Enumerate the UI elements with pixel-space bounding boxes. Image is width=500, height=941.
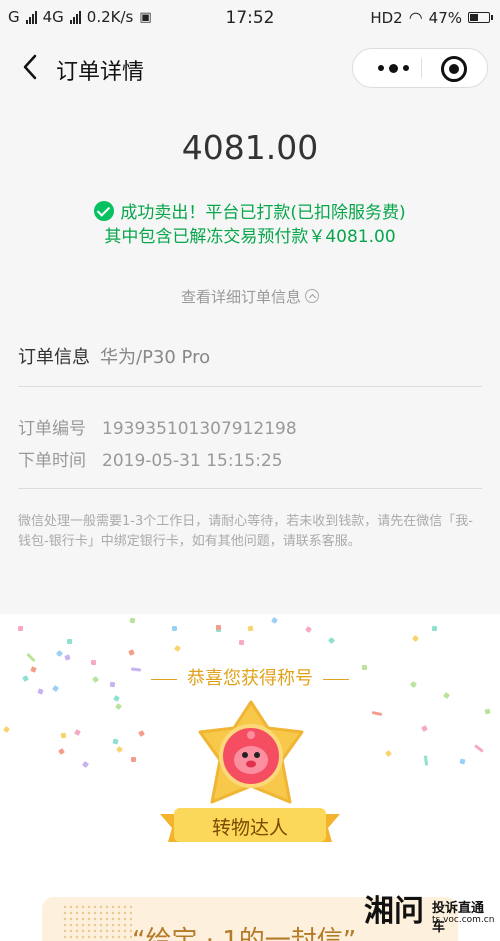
confetti-piece (384, 750, 392, 758)
dot-icon (402, 65, 409, 71)
more-button[interactable] (367, 49, 419, 87)
congrats-card: 恭喜您获得称号 转物达人 “给宝 · 1的一封信” 湘问 投诉直通车 ts.vo… (0, 614, 500, 941)
capsule-divider (421, 58, 422, 78)
watermark-logo: 湘问 (364, 894, 424, 929)
confetti-piece (174, 645, 182, 653)
confetti-piece (60, 732, 67, 739)
order-time-row: 下单时间 2019-05-31 15:15:25 (18, 446, 283, 471)
confetti-piece (442, 692, 450, 700)
status-bar: G 4G 0.2K/s ▣ 17:52 HD2 ◠ 47% (0, 0, 500, 36)
order-amount: 4081.00 (181, 128, 319, 167)
close-mini-program-button[interactable] (441, 56, 467, 82)
prepayment-text: 其中包含已解冻交易预付款￥4081.00 (104, 227, 396, 247)
confetti-piece (63, 653, 71, 661)
order-number-row: 订单编号 193935101307912198 (18, 414, 297, 439)
status-right: HD2 ◠ 47% (370, 8, 493, 27)
confetti-piece (129, 617, 136, 624)
battery-icon (468, 12, 493, 23)
confetti-piece (130, 757, 136, 763)
confetti-piece (74, 728, 82, 736)
wifi-icon: ◠ (408, 8, 423, 27)
order-info-label: 订单信息 (18, 347, 90, 368)
badge-star-icon (198, 700, 304, 804)
confetti-piece (270, 616, 278, 624)
battery-percent: 47% (428, 8, 462, 27)
view-details-label: 查看详细订单信息 (180, 288, 301, 306)
confetti-piece (484, 708, 491, 715)
confetti-piece (371, 710, 383, 716)
congrats-title-text: 恭喜您获得称号 (187, 668, 313, 689)
order-number-label: 订单编号 (18, 419, 86, 439)
confetti-piece (420, 725, 428, 733)
confetti-piece (55, 649, 63, 657)
confetti-piece (115, 745, 123, 753)
confetti-piece (3, 726, 11, 734)
view-details-link[interactable]: 查看详细订单信息 (0, 286, 500, 307)
confetti-piece (412, 634, 420, 642)
product-name: 华为/P30 Pro (100, 347, 211, 368)
mini-program-capsule (352, 48, 488, 88)
page-title: 订单详情 (56, 60, 145, 85)
heading-dash (323, 678, 349, 680)
confetti-piece (304, 625, 312, 633)
battery-fill (470, 14, 478, 21)
order-time-value: 2019-05-31 15:15:25 (102, 451, 283, 471)
badge-name: 转物达人 (211, 817, 288, 839)
dot-icon (377, 65, 384, 71)
confetti-piece (112, 738, 119, 745)
order-number-value: 193935101307912198 (102, 419, 297, 439)
confetti-piece (247, 625, 254, 632)
confetti-piece (328, 636, 336, 644)
check-circle-icon (94, 200, 115, 221)
payout-note: 微信处理一般需要1-3个工作日，请耐心等待，若未收到钱款，请先在微信「我-钱包-… (18, 514, 473, 549)
confetti-piece (423, 755, 428, 766)
confetti-piece (25, 652, 36, 662)
confetti-piece (459, 759, 466, 765)
order-time-label: 下单时间 (18, 451, 86, 471)
confetti-piece (114, 703, 122, 711)
watermark-line2: ts.voc.com.cn (432, 915, 495, 925)
success-message: 成功卖出！平台已打款(已扣除服务费) (0, 198, 500, 223)
confetti-piece (238, 640, 244, 646)
nav-bar: 订单详情 (0, 36, 500, 100)
hd-label: HD2 (370, 8, 403, 27)
confetti-piece (82, 760, 90, 768)
confetti-piece (171, 625, 177, 632)
dot-icon (388, 63, 398, 73)
order-info-heading: 订单信息 华为/P30 Pro (18, 343, 210, 369)
letter-card-title: “给宝 · 1的一封信” (132, 926, 357, 941)
success-text: 成功卖出！平台已打款(已扣除服务费) (120, 203, 406, 223)
confetti-piece (18, 626, 24, 632)
confetti-piece (128, 648, 136, 656)
congrats-heading: 恭喜您获得称号 (0, 664, 500, 690)
confetti-piece (215, 625, 221, 631)
confetti-piece (138, 730, 146, 738)
confetti-piece (58, 747, 65, 755)
dots-decoration (62, 904, 132, 941)
back-button[interactable] (16, 52, 46, 82)
confetti-piece (431, 626, 437, 632)
chevron-up-icon (305, 289, 319, 303)
heading-dash (151, 678, 177, 680)
divider (18, 488, 482, 489)
chevron-left-icon (23, 54, 37, 80)
confetti-piece (66, 638, 72, 644)
watermark: 湘问 投诉直通车 ts.voc.com.cn (364, 894, 495, 936)
confetti-piece (473, 744, 484, 753)
divider (18, 386, 482, 387)
confetti-piece (113, 695, 120, 702)
